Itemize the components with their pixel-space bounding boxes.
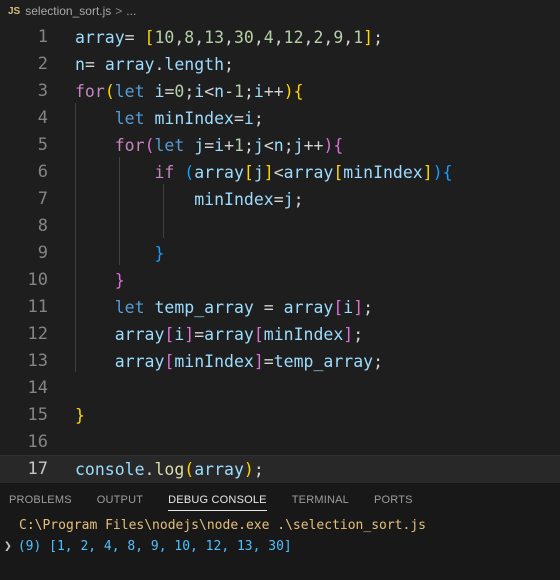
line-number: 14 <box>27 378 48 398</box>
code-line[interactable]: n= array.length; <box>75 51 234 78</box>
javascript-file-icon: JS <box>8 5 21 17</box>
panel-tabs: PROBLEMS OUTPUT DEBUG CONSOLE TERMINAL P… <box>0 483 429 517</box>
breadcrumb: JS selection_sort.js > ... <box>0 0 560 22</box>
line-number: 7 <box>37 189 48 209</box>
line-number: 3 <box>37 81 48 101</box>
line-number: 11 <box>27 297 48 317</box>
tab-debug-console[interactable]: DEBUG CONSOLE <box>168 483 267 517</box>
breadcrumb-separator: > <box>115 4 123 18</box>
code-line[interactable]: } <box>75 402 85 429</box>
code-line[interactable]: let temp_array = array[i]; <box>75 294 373 321</box>
line-number: 10 <box>27 270 48 290</box>
console-result-line[interactable]: ❯ (9) [1, 2, 4, 8, 9, 10, 12, 13, 30] <box>4 538 292 556</box>
chevron-right-icon[interactable]: ❯ <box>4 539 12 554</box>
code-line[interactable]: array= [10,8,13,30,4,12,2,9,1]; <box>75 24 383 51</box>
line-number: 8 <box>37 216 48 236</box>
line-number: 5 <box>37 135 48 155</box>
code-line[interactable]: minIndex=j; <box>75 186 303 213</box>
line-number: 12 <box>27 324 48 344</box>
tab-problems[interactable]: PROBLEMS <box>9 483 72 517</box>
console-result-value: (9) [1, 2, 4, 8, 9, 10, 12, 13, 30] <box>17 539 292 554</box>
line-number: 4 <box>37 108 48 128</box>
tab-terminal[interactable]: TERMINAL <box>292 483 349 517</box>
line-number: 17 <box>27 459 48 479</box>
code-line[interactable]: for(let i=0;i<n-1;i++){ <box>75 78 304 105</box>
current-line-highlight: 17 console.log(array); <box>0 455 560 484</box>
line-number: 2 <box>37 54 48 74</box>
code-line[interactable]: if (array[j]<array[minIndex]){ <box>75 159 452 186</box>
breadcrumb-file-name[interactable]: selection_sort.js <box>25 4 111 18</box>
line-number: 13 <box>27 351 48 371</box>
line-number: 15 <box>27 405 48 425</box>
code-line[interactable]: array[minIndex]=temp_array; <box>75 348 383 375</box>
tab-output[interactable]: OUTPUT <box>97 483 143 517</box>
line-number: 16 <box>27 432 48 452</box>
line-number: 9 <box>37 243 48 263</box>
code-line[interactable]: let minIndex=i; <box>75 105 264 132</box>
console-command-line: C:\Program Files\nodejs\node.exe .\selec… <box>19 518 426 533</box>
line-number: 6 <box>37 162 48 182</box>
code-line[interactable]: array[i]=array[minIndex]; <box>75 321 363 348</box>
line-number: 1 <box>37 27 48 47</box>
bottom-panel: PROBLEMS OUTPUT DEBUG CONSOLE TERMINAL P… <box>0 482 560 580</box>
breadcrumb-trail[interactable]: ... <box>126 4 136 18</box>
code-editor[interactable]: 1 array= [10,8,13,30,4,12,2,9,1]; 2 n= a… <box>0 22 560 484</box>
code-line[interactable]: console.log(array); <box>75 456 264 483</box>
tab-ports[interactable]: PORTS <box>374 483 413 517</box>
code-line[interactable]: for(let j=i+1;j<n;j++){ <box>75 132 344 159</box>
code-line[interactable]: } <box>75 267 125 294</box>
code-line[interactable]: } <box>75 240 164 267</box>
